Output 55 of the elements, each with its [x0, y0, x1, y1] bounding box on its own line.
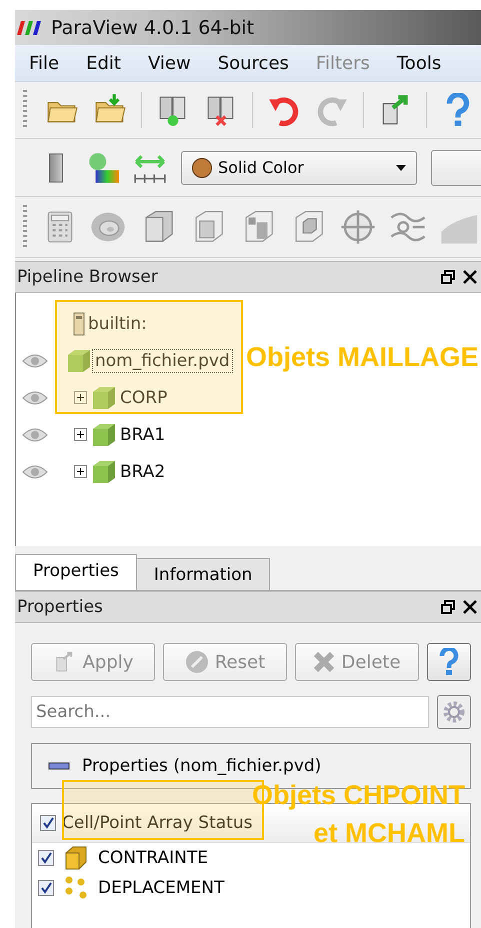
menu-item[interactable]: Tools — [382, 52, 454, 74]
settings-button[interactable] — [437, 695, 471, 729]
settings-icon — [442, 700, 466, 724]
checkbox[interactable] — [38, 880, 54, 896]
help-icon — [438, 648, 460, 676]
server-icon — [73, 312, 85, 336]
eye-icon[interactable] — [22, 352, 48, 368]
dropdown[interactable] — [431, 150, 481, 186]
cube-icon — [91, 422, 117, 448]
panel-icon — [48, 762, 70, 770]
tab[interactable]: Information — [136, 558, 270, 590]
close-icon[interactable] — [463, 600, 477, 614]
panel-title: Properties — [17, 597, 104, 617]
undock-icon[interactable] — [441, 270, 455, 284]
tree-item[interactable]: builtin: — [85, 312, 150, 336]
group-title: Properties (nom_fichier.pvd) — [82, 756, 322, 776]
eye-icon[interactable] — [22, 390, 48, 406]
expand-icon[interactable] — [74, 465, 87, 478]
app-logo-icon — [17, 20, 43, 34]
cube-icon — [66, 348, 92, 374]
tree-item[interactable]: BRA1 — [117, 422, 168, 446]
window-title: ParaView 4.0.1 64-bit — [51, 16, 254, 38]
reset-icon — [184, 650, 209, 674]
tree-item[interactable]: BRA2 — [117, 460, 168, 484]
menu-item[interactable]: View — [134, 52, 204, 74]
checkbox[interactable] — [40, 815, 56, 831]
undock-icon[interactable] — [441, 600, 455, 614]
menu-item[interactable]: Edit — [72, 52, 134, 74]
eye-icon[interactable] — [22, 426, 48, 442]
tree-item[interactable]: nom_fichier.pvd — [92, 348, 233, 372]
glyph-icon[interactable] — [339, 208, 377, 246]
cube-icon — [91, 458, 117, 484]
point-data-icon — [64, 875, 88, 901]
checkbox[interactable] — [38, 850, 54, 866]
delete-icon — [313, 651, 336, 673]
array-name: CONTRAINTE — [98, 848, 208, 868]
search-field[interactable]: Search... — [31, 696, 429, 728]
menu-item[interactable]: File — [15, 52, 72, 74]
color-swatch-icon — [192, 158, 212, 178]
panel-title: Pipeline Browser — [17, 267, 159, 287]
close-icon[interactable] — [463, 270, 477, 284]
tab[interactable]: Properties — [15, 554, 137, 590]
cube-icon — [91, 384, 117, 410]
coloring-dropdown[interactable]: Solid Color — [181, 150, 417, 184]
array-name: DEPLACEMENT — [98, 878, 224, 898]
eye-icon[interactable] — [22, 464, 48, 480]
help-button[interactable] — [427, 643, 471, 681]
cell-data-icon — [64, 845, 88, 871]
expand-icon[interactable] — [74, 391, 87, 404]
annotation: Objets MAILLAGE — [246, 341, 479, 374]
menu-item[interactable]: Sources — [204, 52, 302, 74]
column-header: Cell/Point Array Status — [62, 813, 252, 833]
expand-icon[interactable] — [74, 428, 87, 441]
tree-item[interactable]: CORP — [117, 386, 170, 410]
caret-icon — [396, 164, 406, 170]
